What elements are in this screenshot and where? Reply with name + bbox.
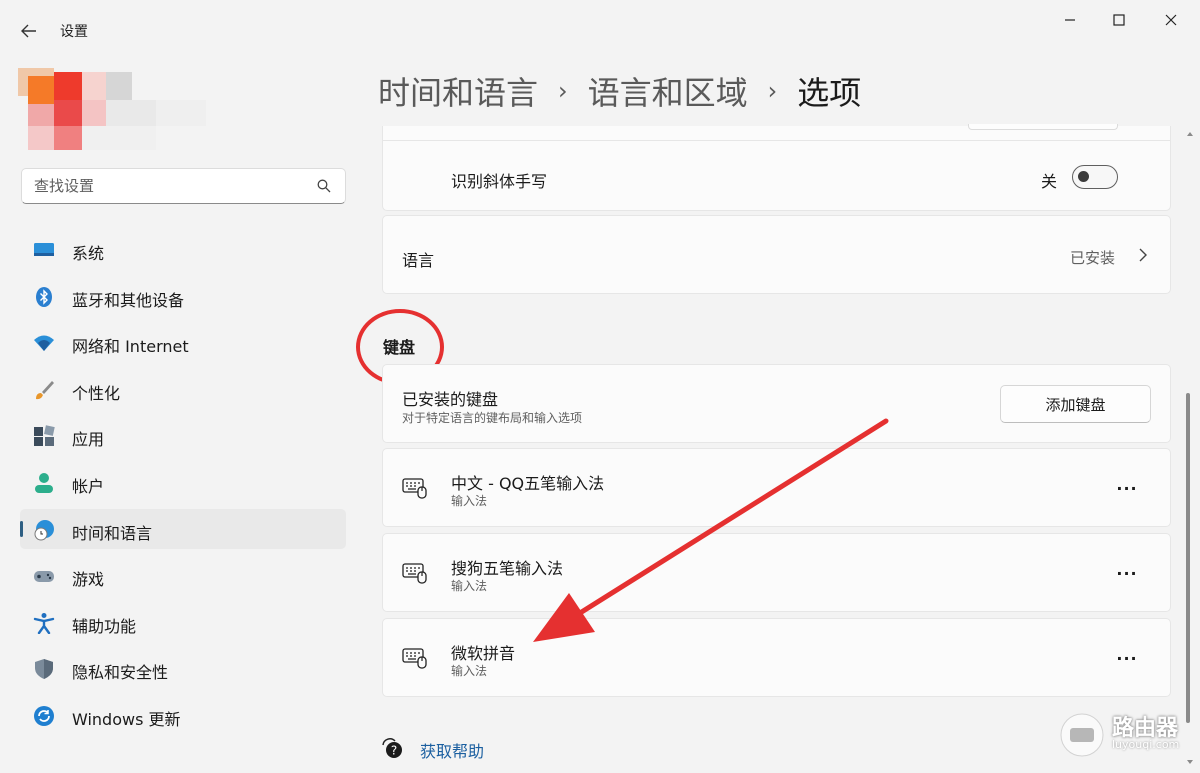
sidebar-item-label: 时间和语言: [72, 523, 153, 543]
handwriting-toggle[interactable]: [1072, 165, 1118, 189]
sidebar-item-personalization[interactable]: 个性化: [20, 369, 346, 409]
sidebar-item-label: 帐户: [72, 476, 105, 496]
gamepad-icon: [34, 571, 54, 583]
sidebar-item-label: 网络和 Internet: [72, 337, 189, 357]
keyboard-name: 搜狗五笔输入法: [451, 559, 564, 578]
toggle-state-text: 关: [1041, 172, 1058, 191]
keyboard-type: 输入法: [451, 579, 488, 593]
sidebar-item-label: 应用: [72, 430, 105, 450]
breadcrumb-separator: ›: [767, 77, 778, 105]
keyboard-type: 输入法: [451, 494, 488, 508]
sidebar-item-label: 个性化: [72, 383, 121, 403]
clipped-control: [968, 124, 1118, 130]
keyboard-icon: [402, 648, 427, 669]
language-row[interactable]: [382, 215, 1171, 294]
scroll-up-icon[interactable]: [1186, 130, 1194, 138]
sidebar-item-apps[interactable]: 应用: [20, 415, 346, 455]
more-options-button[interactable]: ···: [1112, 646, 1142, 670]
window-title: 设置: [60, 24, 88, 40]
sidebar-item-accessibility[interactable]: 辅助功能: [20, 602, 346, 642]
keyboard-icon: [402, 563, 427, 584]
search-box[interactable]: [21, 168, 346, 204]
keyboard-name: 中文 - QQ五笔输入法: [451, 474, 605, 493]
breadcrumb-time-language[interactable]: 时间和语言: [378, 68, 538, 114]
minimize-icon: [1065, 19, 1075, 21]
language-value: 已安装: [1070, 249, 1116, 267]
system-icon: [34, 243, 54, 256]
get-help-link[interactable]: 获取帮助: [420, 738, 484, 762]
keyboard-name: 微软拼音: [451, 644, 516, 663]
more-icon: ···: [1116, 478, 1138, 498]
back-arrow-icon: [21, 24, 36, 38]
keyboard-icon: [402, 478, 427, 499]
minimize-button[interactable]: [1047, 6, 1093, 34]
title-bar: 设置: [0, 0, 1200, 60]
more-options-button[interactable]: ···: [1112, 476, 1142, 500]
brush-icon: [36, 380, 54, 399]
search-input[interactable]: [34, 177, 304, 195]
sidebar-item-label: Windows 更新: [72, 709, 181, 729]
sidebar-item-system[interactable]: 系统: [20, 229, 346, 269]
sidebar-item-label: 蓝牙和其他设备: [72, 290, 185, 310]
page-title: 选项: [797, 74, 862, 112]
sidebar-item-gaming[interactable]: 游戏: [20, 555, 346, 595]
sidebar-item-bluetooth[interactable]: 蓝牙和其他设备: [20, 276, 346, 316]
breadcrumb: 时间和语言 › 语言和区域 › 选项: [378, 68, 861, 114]
breadcrumb-language-region[interactable]: 语言和区域: [588, 68, 748, 114]
apps-icon: [34, 425, 55, 447]
wifi-icon: [34, 335, 54, 352]
sidebar-item-privacy[interactable]: 隐私和安全性: [20, 648, 346, 688]
more-options-button[interactable]: ···: [1112, 561, 1142, 585]
close-icon: [1165, 14, 1177, 26]
sidebar-item-time-language[interactable]: 时间和语言: [20, 508, 346, 549]
bluetooth-icon: [36, 286, 52, 307]
more-icon: ···: [1116, 648, 1138, 668]
back-button[interactable]: [14, 18, 44, 44]
more-icon: ···: [1116, 563, 1138, 583]
account-icon: [35, 472, 53, 493]
sidebar-item-account[interactable]: 帐户: [20, 462, 346, 502]
watermark-url: luyouqi.com: [1112, 738, 1180, 751]
sidebar-item-label: 系统: [72, 244, 105, 263]
maximize-icon: [1113, 14, 1125, 26]
scroll-thumb[interactable]: [1186, 393, 1190, 723]
sidebar-item-network[interactable]: 网络和 Internet: [20, 322, 346, 362]
help-icon: ?: [382, 738, 402, 758]
sidebar-item-label: 游戏: [72, 570, 105, 590]
close-button[interactable]: [1148, 6, 1194, 34]
installed-keyboards-description: 对于特定语言的键布局和输入选项: [402, 411, 583, 425]
svg-text:?: ?: [391, 744, 397, 758]
avatar[interactable]: [18, 68, 238, 158]
maximize-button[interactable]: [1096, 6, 1142, 34]
add-keyboard-button[interactable]: 添加键盘: [1000, 385, 1151, 423]
breadcrumb-separator: ›: [558, 77, 568, 105]
update-icon: [34, 705, 54, 726]
sidebar-item-label: 隐私和安全性: [72, 663, 169, 683]
language-label: 语言: [402, 251, 435, 270]
time-language-icon: [34, 519, 54, 541]
keyboard-type: 输入法: [451, 664, 488, 678]
sidebar-item-windows-update[interactable]: Windows 更新: [20, 695, 346, 735]
sidebar-item-label: 辅助功能: [72, 616, 137, 636]
accessibility-icon: [33, 612, 55, 634]
handwriting-label: 识别斜体手写: [451, 172, 548, 191]
chevron-right-icon: [1139, 248, 1147, 262]
installed-keyboards-label: 已安装的键盘: [402, 390, 499, 409]
sidebar-nav: 系统 蓝牙和其他设备 网络和 Internet 个性化 应用 帐户 时间和语言 …: [20, 229, 346, 742]
search-icon[interactable]: [317, 179, 331, 193]
shield-icon: [35, 659, 53, 680]
divider: [383, 140, 1170, 141]
